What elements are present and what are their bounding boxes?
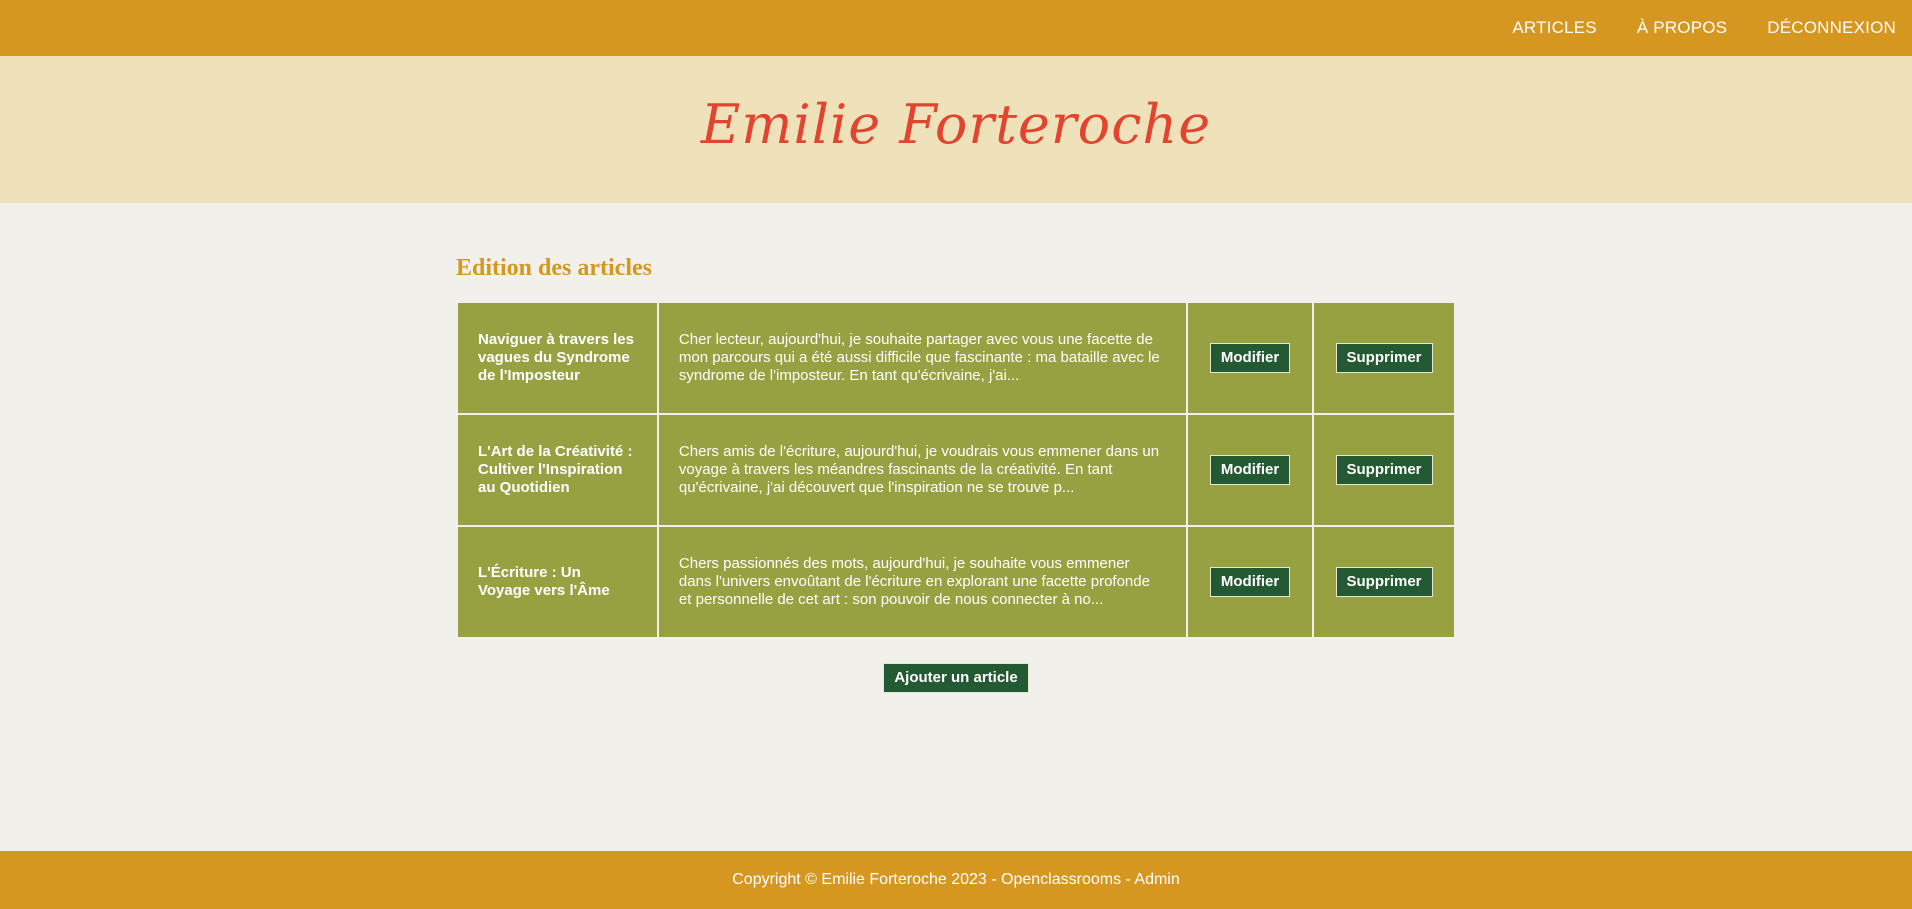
- delete-cell: Supprimer: [1312, 413, 1456, 527]
- article-excerpt: Chers amis de l'écriture, aujourd'hui, j…: [656, 413, 1189, 527]
- delete-article-button[interactable]: Supprimer: [1335, 567, 1433, 597]
- edit-cell: Modifier: [1186, 413, 1315, 527]
- table-row: Naviguer à travers les vagues du Syndrom…: [456, 301, 1456, 415]
- articles-table: Naviguer à travers les vagues du Syndrom…: [456, 301, 1456, 639]
- main-content: Edition des articles Naviguer à travers …: [456, 203, 1456, 693]
- edit-article-button[interactable]: Modifier: [1209, 343, 1291, 373]
- delete-cell: Supprimer: [1312, 525, 1456, 639]
- nav-link-about[interactable]: À PROPOS: [1637, 18, 1727, 38]
- delete-cell: Supprimer: [1312, 301, 1456, 415]
- copyright-text: Copyright © Emilie Forteroche 2023 - Ope…: [732, 871, 1180, 888]
- nav-link-logout[interactable]: DÉCONNEXION: [1767, 18, 1896, 38]
- delete-article-button[interactable]: Supprimer: [1335, 343, 1433, 373]
- add-article-button[interactable]: Ajouter un article: [883, 663, 1029, 693]
- top-navigation-bar: ARTICLES À PROPOS DÉCONNEXION: [0, 0, 1912, 56]
- edit-article-button[interactable]: Modifier: [1209, 567, 1291, 597]
- main-nav: ARTICLES À PROPOS DÉCONNEXION: [1512, 0, 1896, 56]
- edit-cell: Modifier: [1186, 301, 1315, 415]
- edit-cell: Modifier: [1186, 525, 1315, 639]
- article-excerpt: Cher lecteur, aujourd'hui, je souhaite p…: [656, 301, 1189, 415]
- page-title: Edition des articles: [456, 255, 652, 281]
- table-row: L'Écriture : Un Voyage vers l'Âme Chers …: [456, 525, 1456, 639]
- site-footer: Copyright © Emilie Forteroche 2023 - Ope…: [0, 851, 1912, 909]
- article-title: L'Art de la Créativité : Cultiver l'Insp…: [456, 413, 659, 527]
- edit-article-button[interactable]: Modifier: [1209, 455, 1291, 485]
- article-title: L'Écriture : Un Voyage vers l'Âme: [456, 525, 659, 639]
- article-excerpt: Chers passionnés des mots, aujourd'hui, …: [656, 525, 1189, 639]
- site-title: Emilie Forteroche: [700, 93, 1212, 156]
- article-title: Naviguer à travers les vagues du Syndrom…: [456, 301, 659, 415]
- nav-link-articles[interactable]: ARTICLES: [1512, 18, 1596, 38]
- add-article-container: Ajouter un article: [456, 663, 1456, 693]
- site-banner: Emilie Forteroche: [0, 56, 1912, 203]
- table-row: L'Art de la Créativité : Cultiver l'Insp…: [456, 413, 1456, 527]
- delete-article-button[interactable]: Supprimer: [1335, 455, 1433, 485]
